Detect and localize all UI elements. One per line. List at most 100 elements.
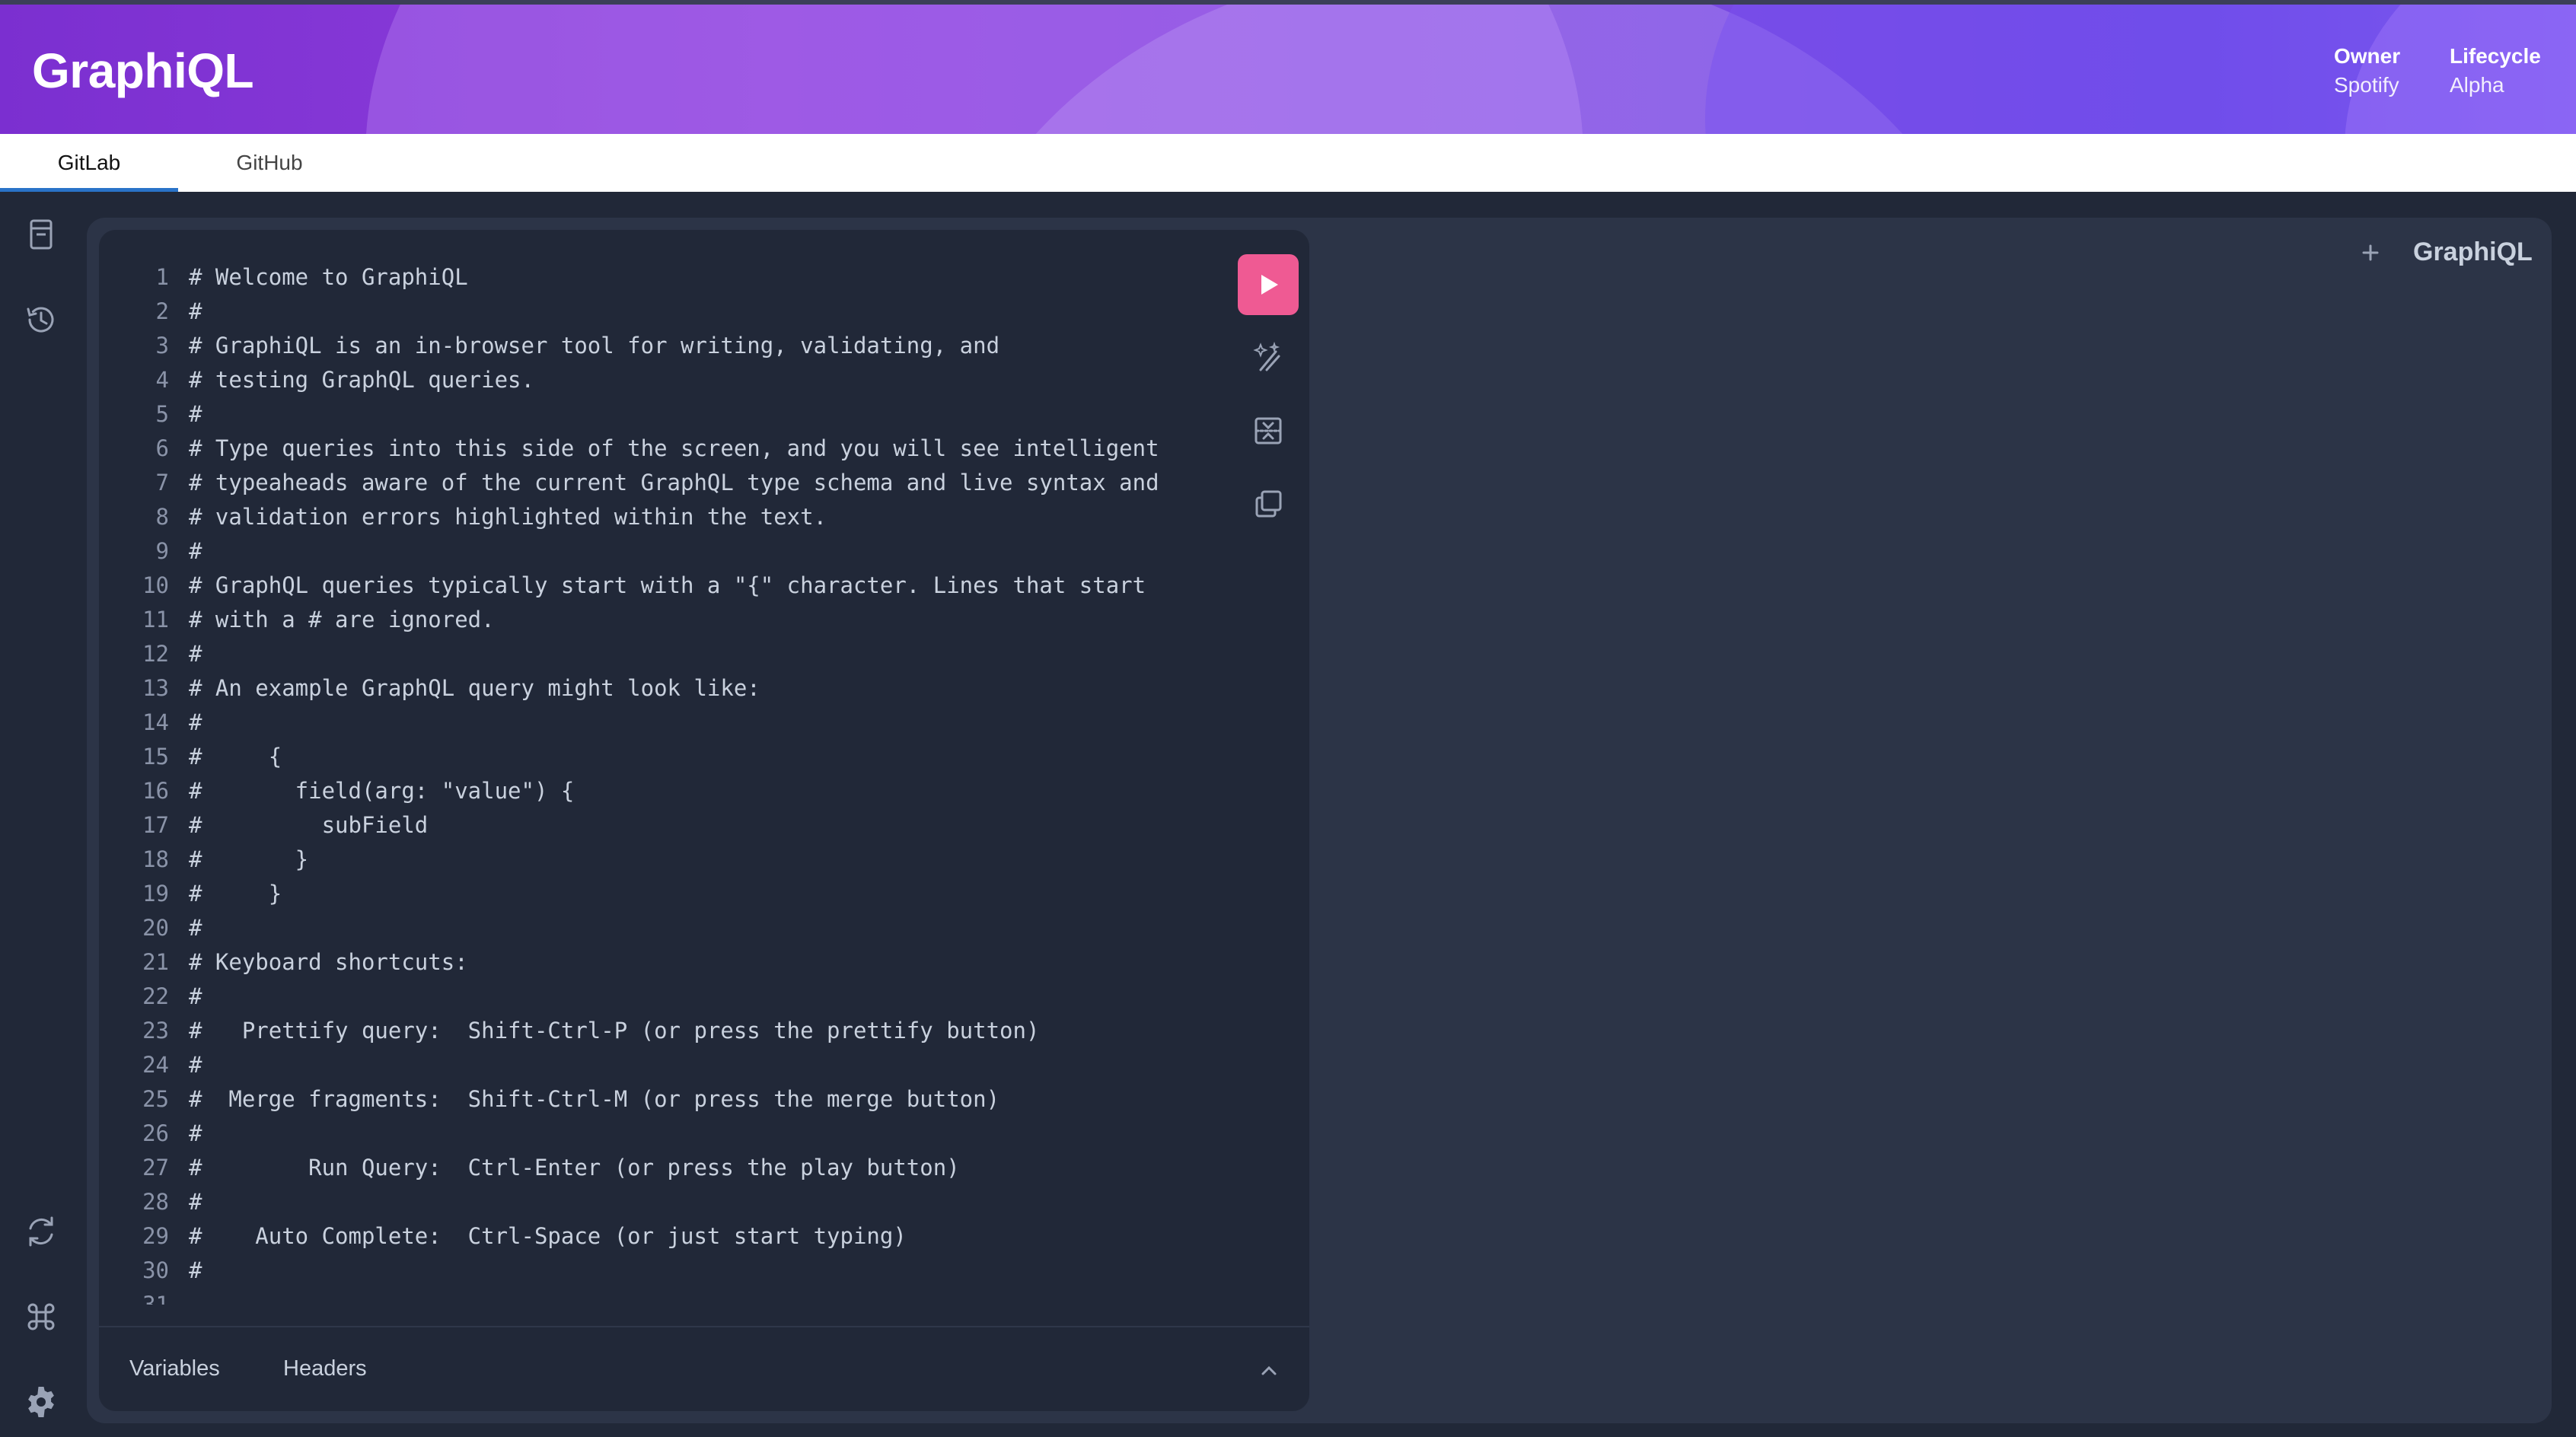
line-number: 1 <box>155 264 169 290</box>
line-number: 27 <box>142 1155 169 1181</box>
code-line: 23 # Prettify query: Shift-Ctrl-P (or pre… <box>99 1014 1210 1048</box>
code-line: 4 # testing GraphQL queries. <box>99 363 1210 397</box>
line-number: 10 <box>142 572 169 598</box>
query-editor[interactable]: 1 # Welcome to GraphiQL 2 #3 # GraphiQL is a… <box>99 260 1210 1305</box>
query-editor-pane: 1 # Welcome to GraphiQL 2 #3 # GraphiQL is a… <box>99 230 1309 1411</box>
line-content: # with a # are ignored. <box>189 607 495 632</box>
line-content: # Run Query: Ctrl-Enter (or press the pl… <box>189 1155 960 1181</box>
variables-tab[interactable]: Variables <box>129 1356 220 1381</box>
line-number: 11 <box>142 607 169 632</box>
code-line: 3 # GraphiQL is an in-browser tool for wr… <box>99 329 1210 363</box>
line-number: 30 <box>142 1257 169 1283</box>
line-content: # <box>189 915 202 941</box>
code-line: 2 # <box>99 295 1210 329</box>
line-number: 3 <box>155 333 169 358</box>
line-number: 4 <box>155 367 169 393</box>
code-line: 14 # <box>99 706 1210 740</box>
line-content: # <box>189 641 202 667</box>
code-line: 7 # typeaheads aware of the current Graph… <box>99 466 1210 500</box>
line-content: # { <box>189 744 282 769</box>
line-content: # An example GraphQL query might look li… <box>189 675 760 701</box>
code-line: 28 # <box>99 1185 1210 1219</box>
app-header: GraphiQL Owner Spotify Lifecycle Alpha <box>0 0 2576 134</box>
line-number: 24 <box>142 1052 169 1078</box>
line-content: # typeaheads aware of the current GraphQ… <box>189 470 1159 495</box>
code-line: 20 # <box>99 911 1210 945</box>
line-number: 20 <box>142 915 169 941</box>
line-number: 18 <box>142 846 169 872</box>
settings-icon[interactable] <box>23 1384 59 1420</box>
line-content: # Welcome to GraphiQL <box>189 264 468 290</box>
code-line: 26 # <box>99 1117 1210 1151</box>
lifecycle-label: Lifecycle <box>2450 44 2541 68</box>
history-icon[interactable] <box>23 301 59 338</box>
run-query-button[interactable] <box>1238 254 1299 315</box>
line-number: 23 <box>142 1018 169 1043</box>
refetch-schema-icon[interactable] <box>23 1213 59 1250</box>
docs-icon[interactable] <box>23 216 59 253</box>
line-content: # <box>189 1257 202 1283</box>
graphiql-sidebar <box>0 192 84 1437</box>
line-number: 26 <box>142 1120 169 1146</box>
code-line: 11 # with a # are ignored. <box>99 603 1210 637</box>
line-number: 21 <box>142 949 169 975</box>
prettify-icon[interactable] <box>1250 339 1286 376</box>
line-number: 2 <box>155 298 169 324</box>
owner-value: Spotify <box>2334 73 2399 97</box>
keyboard-shortcuts-icon[interactable] <box>23 1298 59 1335</box>
line-number: 8 <box>155 504 169 530</box>
headers-tab[interactable]: Headers <box>283 1356 367 1381</box>
line-number: 16 <box>142 778 169 804</box>
line-number: 13 <box>142 675 169 701</box>
chevron-up-icon[interactable] <box>1258 1359 1280 1382</box>
line-content: # Merge fragments: Shift-Ctrl-M (or pres… <box>189 1086 1000 1112</box>
copy-icon[interactable] <box>1250 486 1286 522</box>
code-line: 30 # <box>99 1254 1210 1288</box>
line-content: # subField <box>189 812 429 838</box>
line-content: # field(arg: "value") { <box>189 778 575 804</box>
tab-github[interactable]: GitHub <box>193 134 346 192</box>
page-title: GraphiQL <box>32 43 254 98</box>
line-content: # } <box>189 846 309 872</box>
endpoint-tabs: GitLab GitHub <box>0 134 2576 192</box>
code-line: 12 # <box>99 637 1210 671</box>
code-line: 6 # Type queries into this side of the sc… <box>99 432 1210 466</box>
code-line: 13 # An example GraphQL query might look … <box>99 671 1210 706</box>
line-number: 6 <box>155 435 169 461</box>
line-content: # Type queries into this side of the scr… <box>189 435 1159 461</box>
line-content: # Keyboard shortcuts: <box>189 949 468 975</box>
code-line: 1 # Welcome to GraphiQL <box>99 260 1210 295</box>
code-line: 21 # Keyboard shortcuts: <box>99 945 1210 980</box>
line-content: # Prettify query: Shift-Ctrl-P (or press… <box>189 1018 1040 1043</box>
line-number: 28 <box>142 1189 169 1215</box>
editor-tools-bar: Variables Headers <box>99 1326 1309 1411</box>
line-number: 7 <box>155 470 169 495</box>
line-number: 5 <box>155 401 169 427</box>
code-line: 25 # Merge fragments: Shift-Ctrl-M (or pr… <box>99 1082 1210 1117</box>
run-icon <box>1261 275 1278 295</box>
line-content: # <box>189 1189 202 1215</box>
line-content: # <box>189 298 202 324</box>
code-line: 31 <box>99 1288 1210 1305</box>
code-line: 8 # validation errors highlighted within … <box>99 500 1210 534</box>
code-line: 5 # <box>99 397 1210 432</box>
tab-gitlab[interactable]: GitLab <box>0 134 178 192</box>
code-line: 19 # } <box>99 877 1210 911</box>
code-line: 29 # Auto Complete: Ctrl-Space (or just s… <box>99 1219 1210 1254</box>
line-number: 12 <box>142 641 169 667</box>
add-tab-icon[interactable] <box>2358 241 2383 265</box>
line-content: # <box>189 1052 202 1078</box>
code-line: 24 # <box>99 1048 1210 1082</box>
line-content: # GraphiQL is an in-browser tool for wri… <box>189 333 1000 358</box>
code-line: 10 # GraphQL queries typically start with… <box>99 569 1210 603</box>
line-content: # <box>189 1120 202 1146</box>
code-line: 17 # subField <box>99 808 1210 843</box>
code-line: 22 # <box>99 980 1210 1014</box>
line-content: # <box>189 983 202 1009</box>
owner-label: Owner <box>2334 44 2401 68</box>
line-number: 29 <box>142 1223 169 1249</box>
line-content: # <box>189 401 202 427</box>
line-number: 25 <box>142 1086 169 1112</box>
merge-icon[interactable] <box>1250 413 1286 449</box>
line-content: # <box>189 538 202 564</box>
